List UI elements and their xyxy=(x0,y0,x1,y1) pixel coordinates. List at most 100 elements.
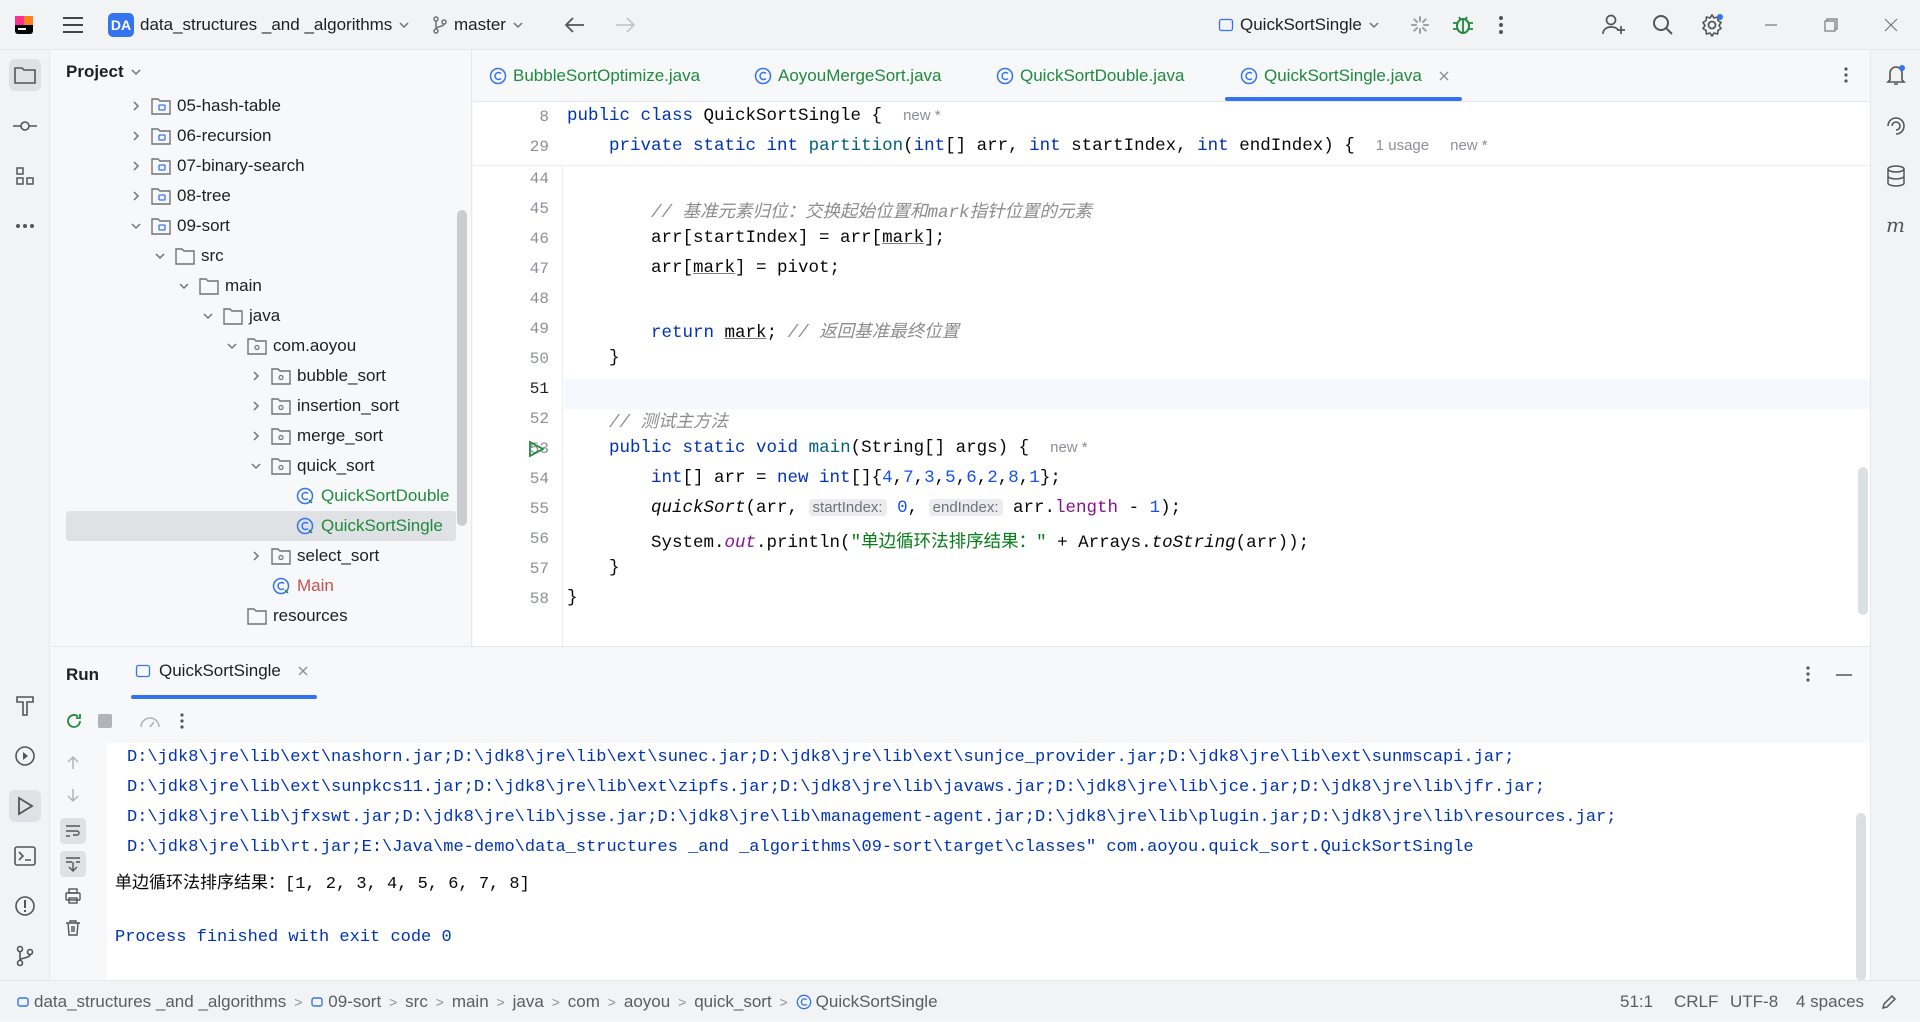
tree-item-src[interactable]: src xyxy=(66,241,456,271)
structure-tool-icon[interactable] xyxy=(9,160,41,192)
run-config-selector[interactable]: QuickSortSingle xyxy=(1218,0,1380,50)
chevron-down-icon[interactable] xyxy=(151,247,169,265)
tree-item-main[interactable]: Main xyxy=(66,571,456,601)
settings-gear-icon[interactable] xyxy=(1700,0,1724,50)
breadcrumb-item[interactable]: aoyou xyxy=(624,992,670,1012)
breadcrumb-item[interactable]: java xyxy=(513,992,544,1012)
build-tool-icon[interactable] xyxy=(9,690,41,722)
run-panel-more-icon[interactable] xyxy=(1805,665,1811,683)
database-icon[interactable] xyxy=(1880,160,1912,192)
tab-bubblesortoptimize[interactable]: BubbleSortOptimize.java xyxy=(489,50,700,102)
breadcrumb-item[interactable]: data_structures _and _algorithms xyxy=(34,992,286,1012)
tree-item-quicksortsingle[interactable]: QuickSortSingle xyxy=(66,511,456,541)
chevron-right-icon[interactable] xyxy=(127,127,145,145)
code-editor[interactable]: 8 public class QuickSortSingle { new * 2… xyxy=(473,102,1870,646)
forward-arrow-icon[interactable] xyxy=(614,0,636,50)
tree-item-06-recursion[interactable]: 06-recursion xyxy=(66,121,456,151)
notifications-icon[interactable] xyxy=(1880,59,1912,91)
profiler-icon[interactable] xyxy=(139,712,161,732)
soft-wrap-icon[interactable] xyxy=(60,818,86,844)
app-logo-icon[interactable] xyxy=(14,0,34,50)
tree-item-insertion-sort[interactable]: insertion_sort xyxy=(66,391,456,421)
breadcrumb-item[interactable]: QuickSortSingle xyxy=(816,992,938,1012)
breadcrumb-item[interactable]: com xyxy=(568,992,600,1012)
git-tool-icon[interactable] xyxy=(9,940,41,972)
tree-item-09-sort[interactable]: 09-sort xyxy=(66,211,456,241)
tree-item-07-binary-search[interactable]: 07-binary-search xyxy=(66,151,456,181)
services-tool-icon[interactable] xyxy=(9,740,41,772)
tree-item-java[interactable]: java xyxy=(66,301,456,331)
print-icon[interactable] xyxy=(64,887,82,905)
restore-icon[interactable] xyxy=(1824,0,1838,50)
breadcrumb-item[interactable]: src xyxy=(405,992,428,1012)
chevron-right-icon[interactable] xyxy=(127,157,145,175)
chevron-down-icon[interactable] xyxy=(223,337,241,355)
console-output[interactable]: D:\jdk8\jre\lib\ext\nashorn.jar;D:\jdk8\… xyxy=(107,743,1870,981)
close-tab-icon[interactable] xyxy=(297,665,309,677)
tab-quicksortsingle[interactable]: QuickSortSingle.java xyxy=(1240,50,1450,102)
close-tab-icon[interactable] xyxy=(1438,70,1450,82)
more-actions-icon[interactable] xyxy=(1498,0,1504,50)
chevron-right-icon[interactable] xyxy=(247,397,265,415)
stop-icon[interactable] xyxy=(97,713,113,729)
chevron-down-icon[interactable] xyxy=(199,307,217,325)
chevron-right-icon[interactable] xyxy=(247,367,265,385)
scroll-down-icon[interactable] xyxy=(65,787,81,803)
scroll-up-icon[interactable] xyxy=(65,755,81,771)
run-tab-quicksortsingle[interactable]: QuickSortSingle xyxy=(135,661,309,681)
read-only-toggle-icon[interactable] xyxy=(1880,981,1898,1022)
tree-item-quicksortdouble[interactable]: QuickSortDouble xyxy=(66,481,456,511)
maven-icon[interactable]: m xyxy=(1880,210,1912,242)
run-tool-icon[interactable] xyxy=(9,790,41,822)
run-toolbar-more-icon[interactable] xyxy=(179,712,185,730)
add-user-icon[interactable] xyxy=(1602,0,1626,50)
tree-item-merge-sort[interactable]: merge_sort xyxy=(66,421,456,451)
tree-item-main[interactable]: main xyxy=(66,271,456,301)
chevron-down-icon[interactable] xyxy=(247,457,265,475)
caret-position[interactable]: 51:1 xyxy=(1620,981,1653,1022)
console-scrollbar[interactable] xyxy=(1856,813,1866,981)
tree-item-resources[interactable]: resources xyxy=(66,601,456,631)
close-window-icon[interactable] xyxy=(1884,0,1898,50)
chevron-right-icon[interactable] xyxy=(247,547,265,565)
tree-item-08-tree[interactable]: 08-tree xyxy=(66,181,456,211)
project-scrollbar[interactable] xyxy=(457,210,467,526)
breadcrumb-item[interactable]: quick_sort xyxy=(694,992,771,1012)
chevron-down-icon[interactable] xyxy=(175,277,193,295)
more-tools-icon[interactable] xyxy=(9,210,41,242)
hide-panel-icon[interactable] xyxy=(1836,673,1852,677)
tree-item-select-sort[interactable]: select_sort xyxy=(66,541,456,571)
tab-quicksortdouble[interactable]: QuickSortDouble.java xyxy=(996,50,1184,102)
tree-item-05-hash-table[interactable]: 05-hash-table xyxy=(66,91,456,121)
back-arrow-icon[interactable] xyxy=(564,0,586,50)
commit-tool-icon[interactable] xyxy=(9,110,41,142)
rerun-icon[interactable] xyxy=(64,711,84,731)
chevron-right-icon[interactable] xyxy=(127,187,145,205)
tab-aoyoumergesort[interactable]: AoyouMergeSort.java xyxy=(754,50,941,102)
ai-assistant-icon[interactable] xyxy=(1880,110,1912,142)
main-menu-icon[interactable] xyxy=(62,0,84,50)
debug-icon[interactable] xyxy=(1452,0,1474,50)
scroll-to-end-icon[interactable] xyxy=(60,851,86,877)
line-separator[interactable]: CRLF xyxy=(1674,981,1718,1022)
chevron-down-icon[interactable] xyxy=(127,217,145,235)
clear-trash-icon[interactable] xyxy=(64,919,82,937)
minimize-icon[interactable] xyxy=(1764,0,1778,50)
problems-tool-icon[interactable] xyxy=(9,890,41,922)
tree-item-quick-sort[interactable]: quick_sort xyxy=(66,451,456,481)
editor-scrollbar[interactable] xyxy=(1858,467,1868,615)
file-encoding[interactable]: UTF-8 xyxy=(1730,981,1778,1022)
tabs-more-icon[interactable] xyxy=(1843,66,1849,84)
search-icon[interactable] xyxy=(1652,0,1674,50)
tree-item-com-aoyou[interactable]: com.aoyou xyxy=(66,331,456,361)
project-tool-icon[interactable] xyxy=(9,59,41,91)
terminal-tool-icon[interactable] xyxy=(9,840,41,872)
project-switcher[interactable]: DA data_structures _and _algorithms xyxy=(108,0,410,50)
chevron-right-icon[interactable] xyxy=(127,97,145,115)
tree-item-bubble-sort[interactable]: bubble_sort xyxy=(66,361,456,391)
indent-setting[interactable]: 4 spaces xyxy=(1796,981,1864,1022)
breadcrumb-item[interactable]: 09-sort xyxy=(328,992,381,1012)
chevron-right-icon[interactable] xyxy=(247,427,265,445)
branch-switcher[interactable]: master xyxy=(432,0,524,50)
run-gutter-icon[interactable] xyxy=(527,440,545,458)
